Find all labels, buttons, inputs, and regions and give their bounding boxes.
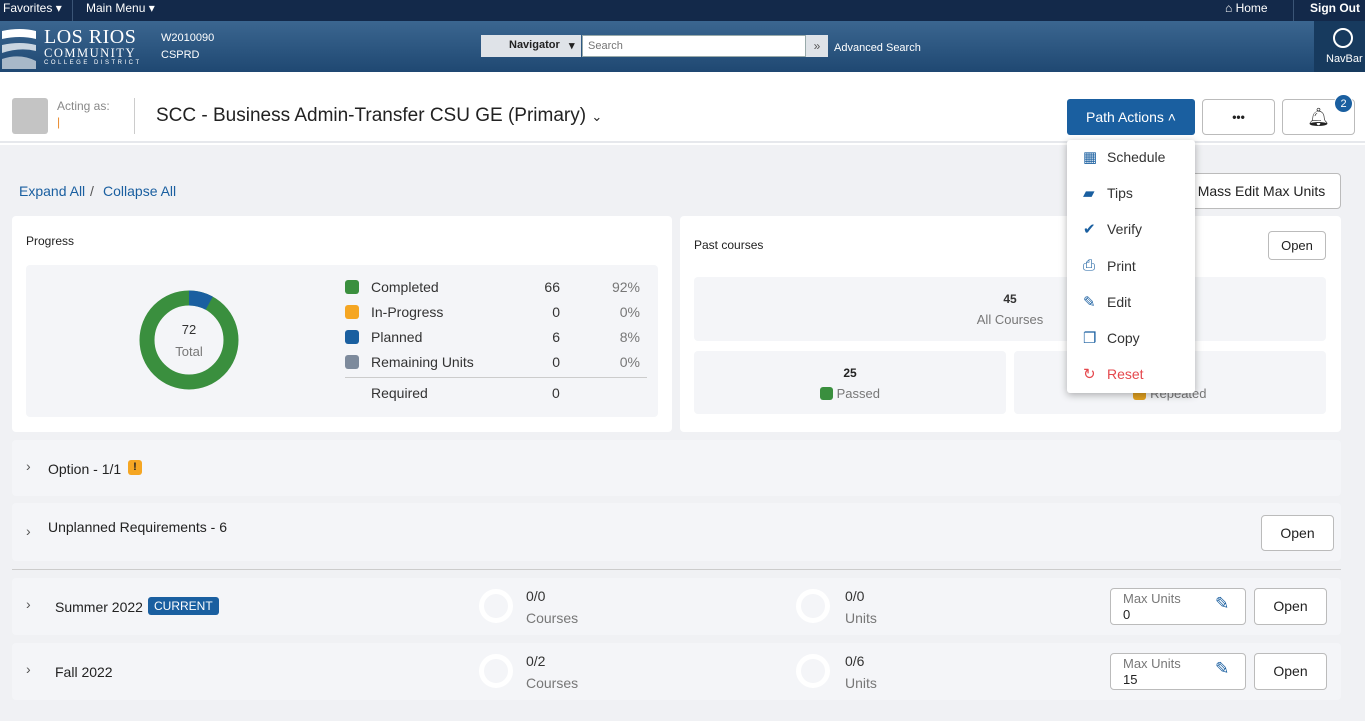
favorites-menu[interactable]: Favorites ▾ <box>3 1 62 15</box>
term-open-button[interactable]: Open <box>1254 588 1327 625</box>
pencil-icon[interactable]: ✎ <box>1215 660 1229 677</box>
unplanned-open-button[interactable]: Open <box>1261 515 1334 551</box>
unplanned-section[interactable]: › Unplanned Requirements - 6 Open <box>12 503 1341 561</box>
warning-badge: ! <box>128 460 142 475</box>
current-badge: CURRENT <box>148 597 219 615</box>
copy-icon: ❐ <box>1083 330 1097 347</box>
max-units-field[interactable]: Max Units 0 ✎ <box>1110 588 1246 625</box>
courses-ring <box>479 654 513 688</box>
units-ring <box>796 589 830 623</box>
progress-donut <box>139 290 239 390</box>
top-bar: Favorites ▾ Main Menu ▾ ⌂ Home Sign Out <box>0 0 1365 21</box>
collapse-all-link[interactable]: Collapse All <box>103 183 176 199</box>
navigator-select[interactable]: Navigator ▾ <box>481 35 581 57</box>
legend-item: Remaining Units 0 0% <box>345 354 645 372</box>
reset-icon: ↻ <box>1083 366 1096 384</box>
logo-waves-icon <box>2 29 36 69</box>
legend-swatch <box>345 355 359 369</box>
banner: LOS RIOS COMMUNITY COLLEGE DISTRICT W201… <box>0 21 1365 72</box>
legend-item: Completed 66 92% <box>345 279 645 297</box>
chevron-up-icon: ˄ <box>1167 109 1176 125</box>
legend-swatch <box>345 305 359 319</box>
main-menu[interactable]: Main Menu ▾ <box>86 1 155 15</box>
courses-ring <box>479 589 513 623</box>
chevron-right-icon: › <box>26 523 31 539</box>
legend-swatch <box>345 330 359 344</box>
calendar-icon: ▦ <box>1083 149 1098 166</box>
chevron-right-icon: › <box>26 458 31 474</box>
legend-item: In-Progress 0 0% <box>345 304 645 322</box>
home-link[interactable]: ⌂ Home <box>1225 1 1268 15</box>
path-actions-button[interactable]: Path Actions ˄ <box>1067 99 1195 135</box>
term-row[interactable]: › Summer 2022 CURRENT 0/0 Courses 0/0 Unit… <box>12 578 1341 635</box>
chevron-right-icon: › <box>26 596 31 612</box>
avatar <box>12 98 48 134</box>
chevron-down-icon: ⌄ <box>591 109 603 124</box>
env-id: W2010090 <box>161 32 215 44</box>
legend-required: Required 0 <box>371 385 560 401</box>
mass-edit-max-units-button[interactable]: Mass Edit Max Units <box>1182 173 1341 209</box>
donut-completed <box>139 290 239 390</box>
chevron-right-icon: › <box>26 661 31 677</box>
program-selector[interactable]: SCC - Business Admin-Transfer CSU GE (Pr… <box>156 105 602 127</box>
units-ring <box>796 654 830 688</box>
path-actions-menu: ▦ Schedule ▰ Tips ✔ Verify ⎙ Print ✎ Edit ❐ Copy ↻ Re… <box>1067 140 1195 393</box>
search-go-button[interactable]: » <box>806 35 828 57</box>
search-input[interactable] <box>582 35 806 57</box>
pencil-icon: ✎ <box>1083 293 1096 311</box>
advanced-search-link[interactable]: Advanced Search <box>834 42 921 54</box>
past-courses-card: Past courses Open 45 All Courses 25 Pass… <box>680 216 1341 432</box>
bell-icon: 🔔︎ <box>1307 107 1330 127</box>
notification-badge: 2 <box>1334 94 1353 113</box>
term-open-button[interactable]: Open <box>1254 653 1327 690</box>
home-icon: ⌂ <box>1225 1 1233 15</box>
past-open-button[interactable]: Open <box>1268 231 1326 260</box>
term-row[interactable]: › Fall 2022 0/2 Courses 0/6 Units Max Unit… <box>12 643 1341 700</box>
passed-swatch <box>820 387 833 400</box>
max-units-field[interactable]: Max Units 15 ✎ <box>1110 653 1246 690</box>
logo: LOS RIOS COMMUNITY COLLEGE DISTRICT <box>2 25 142 69</box>
printer-icon: ⎙ <box>1083 256 1096 274</box>
page-header: Acting as: | SCC - Business Admin-Transf… <box>0 72 1365 143</box>
env-name: CSPRD <box>161 49 200 61</box>
chat-icon: ▰ <box>1083 185 1095 203</box>
navbar-button[interactable]: NavBar <box>1314 21 1365 72</box>
sign-out-link[interactable]: Sign Out <box>1310 1 1360 15</box>
check-circle-icon: ✔ <box>1083 221 1096 239</box>
expand-all-link[interactable]: Expand All <box>19 183 85 199</box>
compass-icon <box>1333 28 1353 48</box>
more-button[interactable]: ••• <box>1202 99 1275 135</box>
legend-swatch <box>345 280 359 294</box>
pencil-icon[interactable]: ✎ <box>1215 595 1229 612</box>
legend-item: Planned 6 8% <box>345 329 645 347</box>
option-section[interactable]: › Option - 1/1 ! <box>12 440 1341 496</box>
